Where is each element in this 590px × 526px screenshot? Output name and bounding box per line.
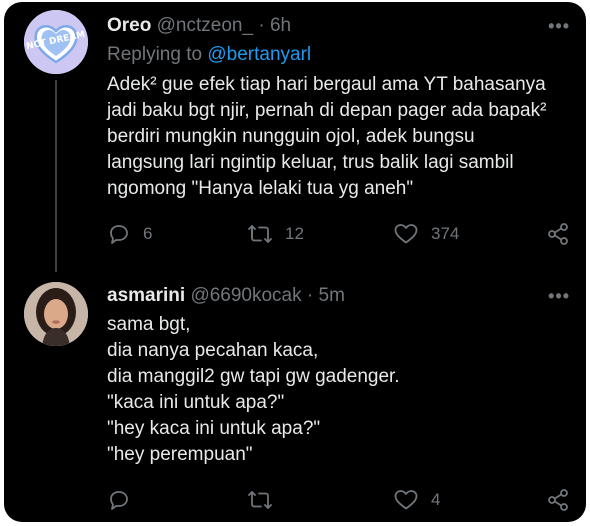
retweet-icon — [248, 491, 272, 509]
replying-to: Replying to @bertanyarl — [107, 44, 311, 66]
avatar[interactable] — [24, 282, 88, 346]
reply-count: 6 — [143, 224, 153, 243]
heart-icon — [394, 224, 418, 244]
user-photo-icon — [24, 282, 88, 346]
retweet-icon — [248, 225, 272, 243]
tweet-oreo[interactable]: NCT DREAM Oreo @nctzeon_ · 6h ••• Replyi… — [4, 2, 586, 272]
retweet-button[interactable]: 12 — [247, 222, 304, 246]
separator: · — [258, 15, 265, 36]
tweet-text: Adek² gue efek tiap hari bergaul ama YT … — [107, 74, 547, 199]
timestamp[interactable]: 5m — [319, 285, 345, 306]
like-count: 4 — [431, 490, 441, 509]
replying-to-label: Replying to — [107, 44, 208, 65]
heart-icon — [394, 490, 418, 510]
tweet-actions: 4 — [107, 488, 570, 516]
nct-dream-heart-logo-icon: NCT DREAM — [24, 10, 88, 74]
tweet-thread-card: NCT DREAM Oreo @nctzeon_ · 6h ••• Replyi… — [4, 2, 586, 522]
reply-icon — [110, 491, 128, 510]
separator: · — [306, 285, 314, 306]
tweet-header: asmarini @6690kocak · 5m — [107, 284, 570, 308]
tweet-text: sama bgt, dia nanya pecahan kaca, dia ma… — [107, 314, 400, 465]
reply-button[interactable] — [107, 488, 143, 512]
like-count: 374 — [431, 224, 460, 243]
like-button[interactable]: 4 — [393, 488, 440, 512]
username[interactable]: @6690kocak — [190, 285, 301, 306]
tweet-actions: 6 12 374 — [107, 222, 570, 250]
share-button[interactable] — [546, 222, 570, 246]
share-icon — [548, 489, 568, 511]
more-options-icon[interactable]: ••• — [548, 286, 570, 307]
thread-connector — [55, 80, 57, 272]
share-button[interactable] — [546, 488, 570, 512]
timestamp[interactable]: 6h — [270, 15, 291, 36]
avatar[interactable]: NCT DREAM — [24, 10, 88, 74]
display-name[interactable]: asmarini — [107, 285, 185, 306]
retweet-button[interactable] — [247, 488, 285, 512]
more-options-icon[interactable]: ••• — [548, 16, 570, 37]
reply-icon — [110, 225, 128, 244]
username[interactable]: @nctzeon_ — [157, 15, 253, 36]
like-button[interactable]: 374 — [393, 222, 459, 246]
retweet-count: 12 — [285, 224, 304, 243]
reply-mention-link[interactable]: @bertanyarl — [207, 44, 311, 65]
tweet-asmarini[interactable]: asmarini @6690kocak · 5m ••• sama bgt, d… — [4, 272, 586, 522]
share-icon — [548, 223, 568, 245]
tweet-header: Oreo @nctzeon_ · 6h — [107, 14, 570, 38]
display-name[interactable]: Oreo — [107, 15, 151, 36]
reply-button[interactable]: 6 — [107, 222, 152, 246]
